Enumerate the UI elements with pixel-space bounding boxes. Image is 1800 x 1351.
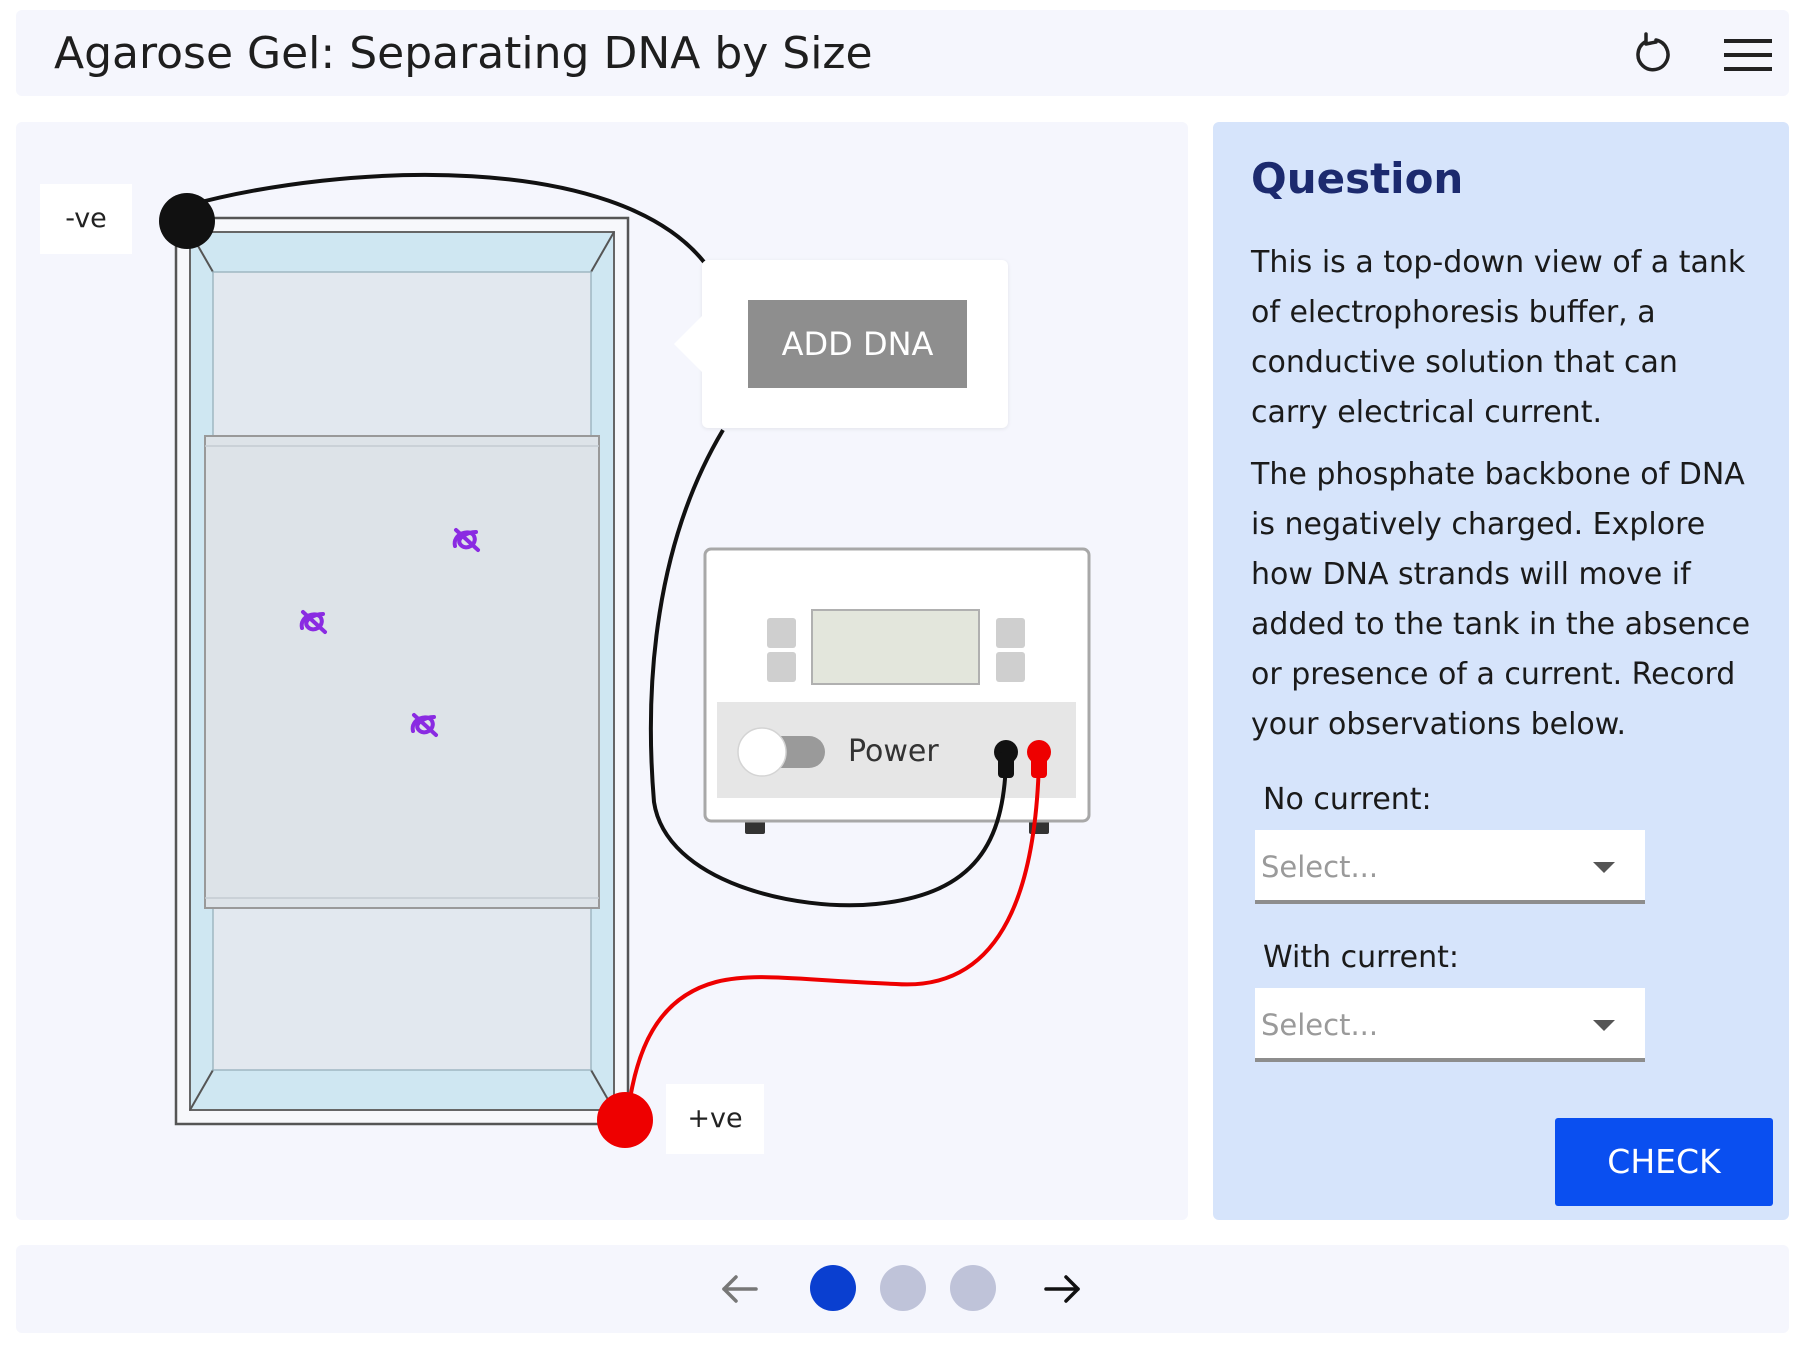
question-paragraph-1: This is a top-down view of a tank of ele… <box>1251 245 1746 430</box>
hamburger-menu-icon <box>1724 39 1772 71</box>
prev-page-button[interactable] <box>716 1265 764 1313</box>
page-title: Agarose Gel: Separating DNA by Size <box>54 28 873 79</box>
reset-icon <box>1636 32 1670 72</box>
question-heading: Question <box>1251 154 1464 203</box>
menu-button[interactable] <box>1722 28 1774 80</box>
page-navigation <box>16 1245 1789 1333</box>
gel-slab <box>204 435 600 909</box>
reset-button[interactable] <box>1626 28 1678 80</box>
arrow-left-icon <box>722 1275 758 1303</box>
positive-electrode[interactable] <box>597 1092 653 1148</box>
negative-electrode[interactable] <box>159 193 215 249</box>
simulation-canvas <box>159 172 1091 1148</box>
page-dot-3[interactable] <box>950 1265 996 1311</box>
no-current-label: No current: <box>1263 782 1432 817</box>
no-current-placeholder: Select... <box>1261 850 1379 884</box>
with-current-label: With current: <box>1263 940 1459 975</box>
negative-electrode-label: -ve <box>40 184 132 254</box>
add-dna-button[interactable]: ADD DNA <box>748 300 967 388</box>
chevron-down-icon <box>1593 1020 1615 1031</box>
page-dot-2[interactable] <box>880 1265 926 1311</box>
next-page-button[interactable] <box>1038 1265 1086 1313</box>
positive-electrode-label: +ve <box>666 1084 764 1154</box>
add-dna-popup: ADD DNA <box>674 260 1008 428</box>
popup-pointer <box>674 316 702 372</box>
question-paragraph-2: The phosphate backbone of DNA is negativ… <box>1251 457 1751 742</box>
with-current-placeholder: Select... <box>1261 1008 1379 1042</box>
simulation-area: -ve +ve ADD DNA Power <box>16 122 1188 1220</box>
chevron-down-icon <box>1593 862 1615 873</box>
check-button[interactable]: CHECK <box>1555 1118 1773 1206</box>
arrow-right-icon <box>1044 1275 1080 1303</box>
power-label: Power <box>848 734 939 769</box>
question-panel: Question This is a top-down view of a ta… <box>1213 122 1789 1220</box>
header-bar: Agarose Gel: Separating DNA by Size <box>16 10 1789 96</box>
no-current-select[interactable]: Select... <box>1255 830 1645 904</box>
page-dot-1[interactable] <box>810 1265 856 1311</box>
power-display <box>811 609 980 685</box>
with-current-select[interactable]: Select... <box>1255 988 1645 1062</box>
